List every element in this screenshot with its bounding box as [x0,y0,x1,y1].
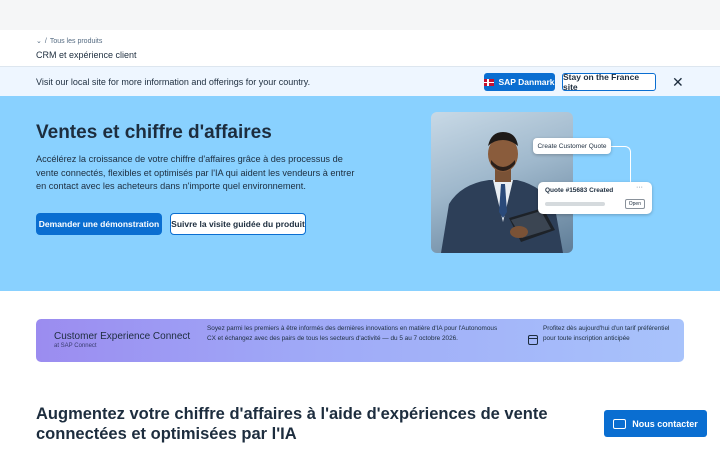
create-quote-card: Create Customer Quote [533,138,611,154]
event-title: Customer Experience Connect [54,331,191,342]
hero-title: Ventes et chiffre d'affaires [36,122,272,143]
breadcrumb-separator: / [44,37,47,45]
sap-danmark-label: SAP Danmark [498,77,555,87]
contact-us-button[interactable]: Nous contacter [604,410,707,437]
event-description: Soyez parmi les premiers à être informés… [207,325,498,342]
hero-description: Accélérez la croissance de votre chiffre… [36,154,355,191]
card-connector [611,146,631,182]
calendar-icon [528,335,538,345]
section-title: Augmentez votre chiffre d'affaires à l'a… [36,405,548,443]
top-navigation-bar [0,0,720,30]
placeholder-bar [545,202,605,206]
contact-us-label: Nous contacter [632,418,698,429]
country-redirect-bar: Visit our local site for more informatio… [0,66,720,96]
event-subtitle: at SAP Connect [54,343,97,349]
product-tour-button[interactable]: Suivre la visite guidée du produit [170,213,306,235]
breadcrumb-current: CRM et expérience client [36,50,137,60]
event-cta[interactable]: Profitez dès aujourd'hui d'un tarif préf… [543,324,673,344]
close-icon[interactable]: ✕ [672,74,684,90]
breadcrumb-parent-link[interactable]: Tous les produits [50,38,103,45]
sap-danmark-button[interactable]: SAP Danmark [484,73,555,91]
quote-created-title: Quote #15683 Created [545,187,614,194]
event-banner[interactable]: Customer Experience Connect at SAP Conne… [36,319,684,362]
request-demo-button[interactable]: Demander une démonstration [36,213,162,235]
country-message: Visit our local site for more informatio… [36,76,311,87]
hero-section: Ventes et chiffre d'affaires Accélérez l… [0,96,720,291]
open-button: Open [624,199,645,209]
breadcrumb-area: ⌄ / Tous les produits CRM et expérience … [0,30,720,66]
denmark-flag-icon [484,78,495,86]
chevron-down-icon[interactable]: ⌄ [36,37,42,45]
chat-icon [613,418,627,429]
stay-france-button[interactable]: Stay on the France site [562,72,656,92]
quote-created-card: Quote #15683 Created ··· Open [538,182,652,214]
breadcrumb: ⌄ / Tous les produits [36,37,684,46]
more-icon: ··· [636,184,643,191]
